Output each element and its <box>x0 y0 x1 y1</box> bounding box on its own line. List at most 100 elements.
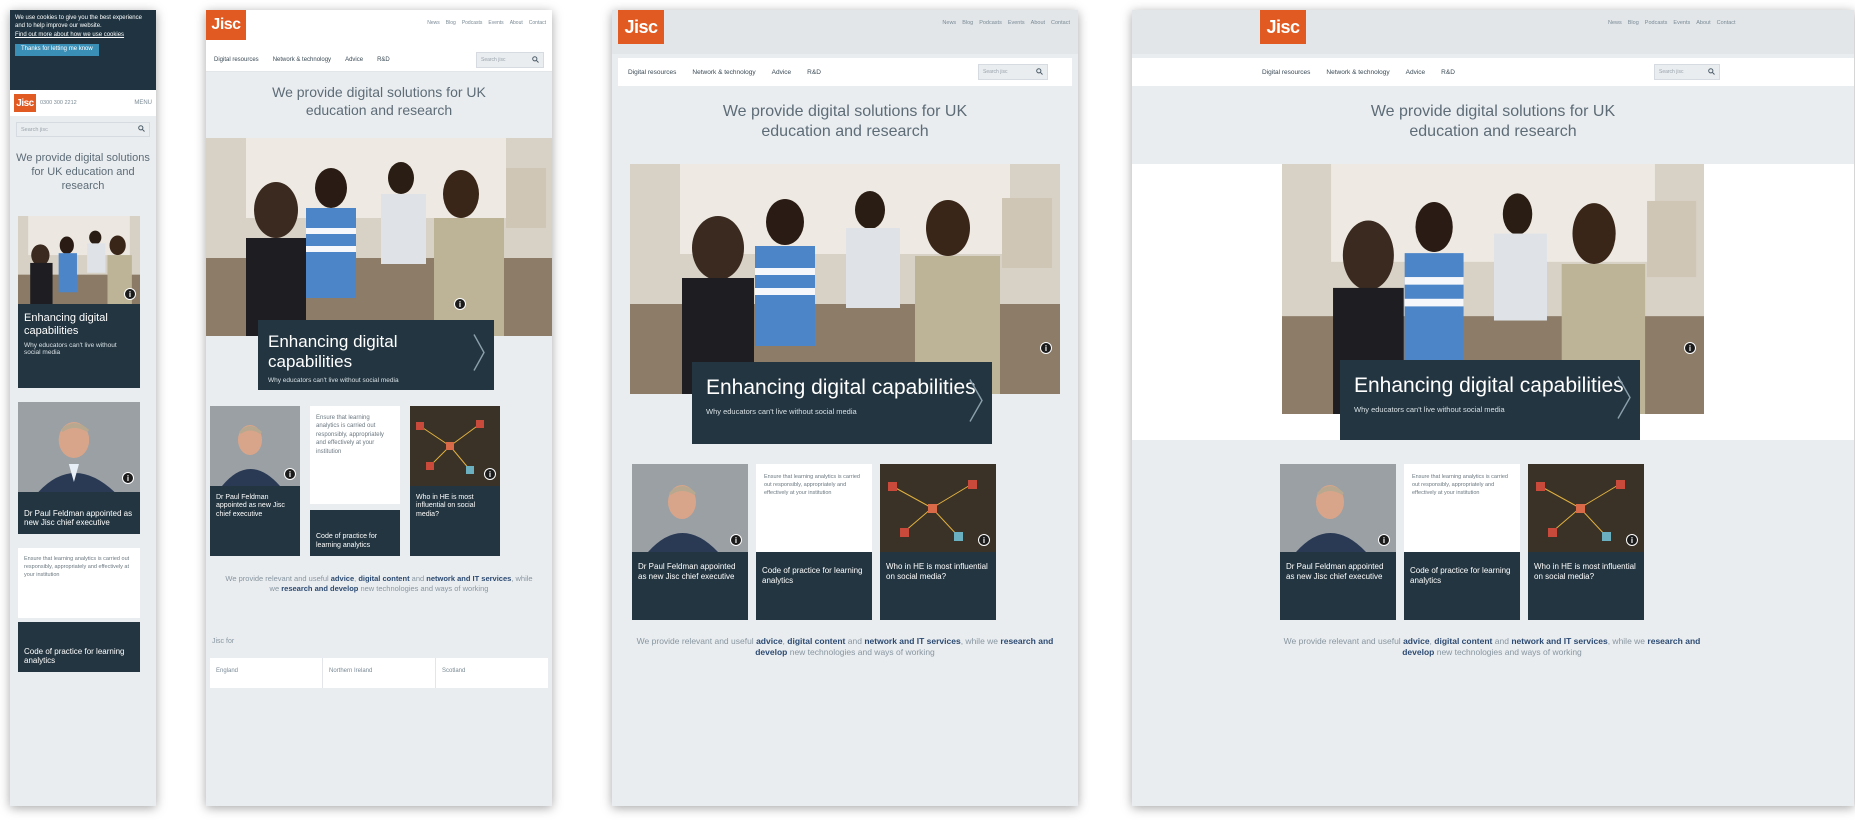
nav-advice[interactable]: Advice <box>345 57 363 63</box>
chevron-right-icon[interactable] <box>472 333 486 378</box>
jisc-logo[interactable]: Jisc <box>618 10 664 44</box>
wide-desktop-view: Jisc News Blog Podcasts Events About Con… <box>1132 10 1854 806</box>
util-blog[interactable]: Blog <box>1628 20 1639 26</box>
util-contact[interactable]: Contact <box>1051 20 1070 26</box>
nav-digital-resources[interactable]: Digital resources <box>1262 69 1310 76</box>
research-link[interactable]: research and develop <box>281 584 358 593</box>
page-headline: We provide digital solutions for UK educ… <box>16 152 150 192</box>
nav-digital-resources[interactable]: Digital resources <box>214 57 259 63</box>
util-podcasts[interactable]: Podcasts <box>462 20 483 26</box>
site-header <box>612 10 1078 54</box>
jisc-for-list: England Northern Ireland Scotland <box>210 658 548 688</box>
info-icon[interactable]: i <box>122 472 134 484</box>
search-icon[interactable] <box>1036 67 1043 77</box>
influential-card[interactable]: i Who in HE is most influential on socia… <box>880 464 996 620</box>
network-services-link[interactable]: network and IT services <box>1511 636 1607 646</box>
info-icon[interactable]: i <box>484 468 496 480</box>
chevron-right-icon[interactable] <box>1616 375 1632 426</box>
hero-feature-card[interactable]: Enhancing digital capabilities Why educa… <box>692 362 992 444</box>
analytics-card[interactable]: Code of practice for learning analytics <box>18 622 140 672</box>
feldman-card[interactable]: i Dr Paul Feldman appointed as new Jisc … <box>1280 464 1396 620</box>
hero-subtitle: Why educators can't live without social … <box>268 377 399 385</box>
nav-advice[interactable]: Advice <box>1406 69 1426 76</box>
advice-link[interactable]: advice <box>331 574 354 583</box>
search-icon[interactable] <box>532 55 539 65</box>
search-icon[interactable] <box>138 125 145 134</box>
util-podcasts[interactable]: Podcasts <box>979 20 1002 26</box>
search-icon[interactable] <box>1708 67 1715 77</box>
menu-button[interactable]: MENU <box>134 100 152 106</box>
nav-rd[interactable]: R&D <box>1441 69 1455 76</box>
util-about[interactable]: About <box>1696 20 1710 26</box>
util-about[interactable]: About <box>1031 20 1045 26</box>
search-input[interactable]: Search jisc <box>476 52 544 68</box>
jisc-for-label: Jisc for <box>212 638 235 645</box>
util-blog[interactable]: Blog <box>446 20 456 26</box>
digital-content-link[interactable]: digital content <box>1434 636 1492 646</box>
analytics-card[interactable]: Code of practice for learning analytics <box>310 510 400 556</box>
info-icon[interactable]: i <box>1684 342 1696 354</box>
util-news[interactable]: News <box>427 20 440 26</box>
info-icon[interactable]: i <box>454 298 466 310</box>
analytics-card[interactable]: Code of practice for learning analytics <box>756 552 872 620</box>
feldman-card[interactable]: i Dr Paul Feldman appointed as new Jisc … <box>632 464 748 620</box>
region-england[interactable]: England <box>210 658 323 688</box>
info-icon[interactable]: i <box>1626 534 1638 546</box>
util-news[interactable]: News <box>1608 20 1622 26</box>
feldman-card[interactable]: i Dr Paul Feldman appointed as new Jisc … <box>210 406 300 556</box>
util-podcasts[interactable]: Podcasts <box>1645 20 1668 26</box>
nav-rd[interactable]: R&D <box>377 57 390 63</box>
info-icon[interactable]: i <box>1040 342 1052 354</box>
nav-network-technology[interactable]: Network & technology <box>692 69 755 76</box>
util-events[interactable]: Events <box>1008 20 1025 26</box>
analytics-title: Code of practice for learning analytics <box>762 566 863 585</box>
main-nav: Digital resources Network & technology A… <box>1132 58 1854 86</box>
jisc-logo[interactable]: Jisc <box>14 94 36 112</box>
jisc-logo[interactable]: Jisc <box>206 10 246 40</box>
util-events[interactable]: Events <box>1673 20 1690 26</box>
search-input[interactable]: Search jisc <box>1654 64 1720 80</box>
cookie-link[interactable]: Find out more about how we use cookies <box>15 32 151 40</box>
influential-card[interactable]: i Who in HE is most influential on socia… <box>1528 464 1644 620</box>
info-icon[interactable]: i <box>730 534 742 546</box>
nav-advice[interactable]: Advice <box>772 69 792 76</box>
digital-content-link[interactable]: digital content <box>358 574 409 583</box>
util-contact[interactable]: Contact <box>1717 20 1736 26</box>
util-news[interactable]: News <box>942 20 956 26</box>
hero-feature-card[interactable]: Enhancing digital capabilities Why educa… <box>258 320 494 390</box>
nav-network-technology[interactable]: Network & technology <box>1326 69 1389 76</box>
util-blog[interactable]: Blog <box>962 20 973 26</box>
info-icon[interactable]: i <box>124 288 136 300</box>
search-input[interactable]: Search jisc <box>978 64 1048 80</box>
site-header <box>1132 10 1854 54</box>
analytics-card[interactable]: Code of practice for learning analytics <box>1404 552 1520 620</box>
phone-number[interactable]: 0300 300 2212 <box>40 100 77 106</box>
util-events[interactable]: Events <box>488 20 503 26</box>
util-about[interactable]: About <box>510 20 523 26</box>
students-image <box>206 138 552 336</box>
info-icon[interactable]: i <box>978 534 990 546</box>
influential-card[interactable]: i Who in HE is most influential on socia… <box>410 406 500 556</box>
chevron-right-icon[interactable] <box>968 378 984 429</box>
network-services-link[interactable]: network and IT services <box>426 574 511 583</box>
nav-network-technology[interactable]: Network & technology <box>273 57 331 63</box>
nav-rd[interactable]: R&D <box>807 69 821 76</box>
feldman-card[interactable]: i Dr Paul Feldman appointed as new Jisc … <box>18 402 140 534</box>
region-scotland[interactable]: Scotland <box>436 658 548 688</box>
cookie-accept-button[interactable]: Thanks for letting me know <box>15 44 99 57</box>
analytics-blurb: Ensure that learning analytics is carrie… <box>756 464 872 552</box>
advice-link[interactable]: advice <box>756 636 782 646</box>
digital-content-link[interactable]: digital content <box>787 636 845 646</box>
network-services-link[interactable]: network and IT services <box>864 636 960 646</box>
info-icon[interactable]: i <box>1378 534 1390 546</box>
region-northern-ireland[interactable]: Northern Ireland <box>323 658 436 688</box>
hero-feature-card[interactable]: Enhancing digital capabilities Why educa… <box>1340 360 1640 440</box>
search-input[interactable]: Search jisc <box>16 122 150 137</box>
feldman-title: Dr Paul Feldman appointed as new Jisc ch… <box>1286 562 1384 581</box>
nav-digital-resources[interactable]: Digital resources <box>628 69 676 76</box>
advice-link[interactable]: advice <box>1403 636 1429 646</box>
jisc-logo[interactable]: Jisc <box>1260 10 1306 44</box>
info-icon[interactable]: i <box>284 468 296 480</box>
util-contact[interactable]: Contact <box>529 20 546 26</box>
hero-feature-card[interactable]: Enhancing digital capabilities Why educa… <box>18 304 140 388</box>
